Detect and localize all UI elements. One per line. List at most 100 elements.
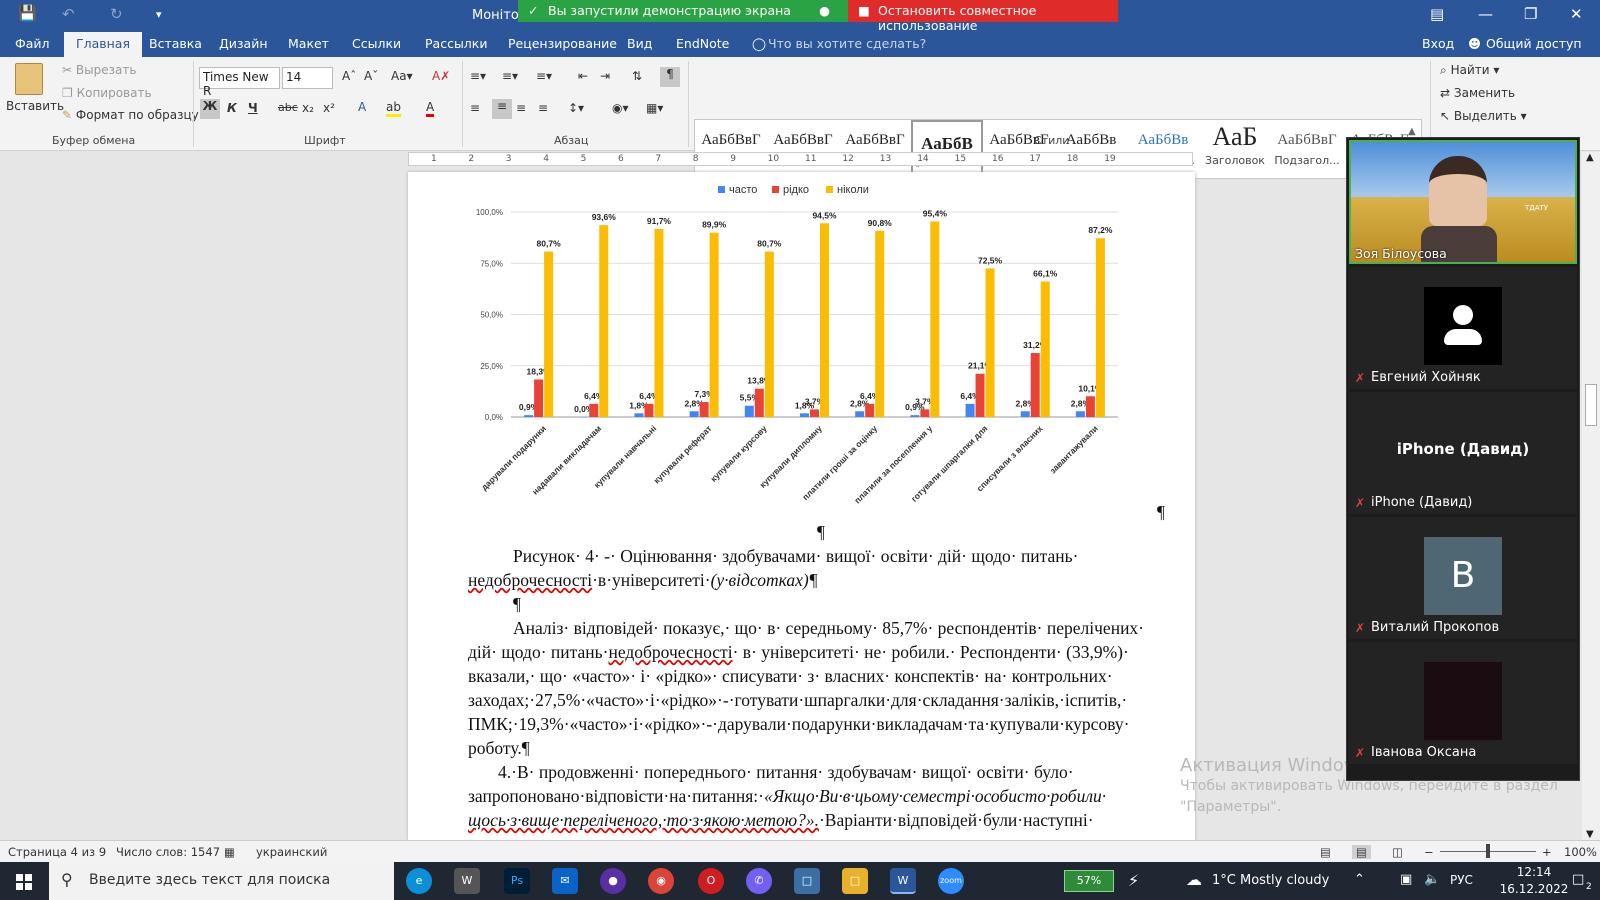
clock-time[interactable]: 12:14 xyxy=(1506,865,1562,879)
zoom-out-icon[interactable]: − xyxy=(1424,845,1434,859)
participant-tile[interactable]: ✗ Евгений Хойняк xyxy=(1349,267,1577,389)
tab-file[interactable]: Файл xyxy=(15,36,50,51)
bold-icon[interactable]: Ж xyxy=(200,99,220,119)
ribbon-display-icon[interactable]: ▤ xyxy=(1430,5,1444,23)
horizontal-ruler[interactable]: 1 2 3 4 5 6 7 8 9 10 11 12 13 14 15 16 17 18 19 xyxy=(408,152,1193,166)
line-spacing-icon[interactable]: ↕▾ xyxy=(568,101,584,115)
select-button[interactable]: ↖ Выделить ▾ xyxy=(1440,109,1527,123)
style-7[interactable]: АаБ Заголовок xyxy=(1199,120,1271,178)
scroll-thumb[interactable] xyxy=(1585,384,1597,426)
style-5[interactable]: АаБбВв¶ Основн... xyxy=(1055,120,1127,178)
highlight-icon[interactable]: ab xyxy=(386,100,401,117)
mail-icon[interactable]: ✉ xyxy=(552,868,578,894)
justify-icon[interactable]: ≡ xyxy=(538,101,548,115)
align-center-icon[interactable]: ≡ xyxy=(492,99,512,119)
word-icon[interactable]: W xyxy=(890,868,916,894)
undo-icon[interactable]: ↶ xyxy=(62,5,75,23)
tab-mailings[interactable]: Рассылки xyxy=(425,36,487,51)
zoom-in-icon[interactable]: + xyxy=(1542,845,1552,859)
style-1[interactable]: АаБбВвГ¶ Абзац с... xyxy=(767,120,839,178)
save-icon[interactable]: 💾 xyxy=(18,4,37,22)
input-language[interactable]: РУС xyxy=(1450,873,1473,887)
tab-references[interactable]: Ссылки xyxy=(352,36,401,51)
page-counter[interactable]: Страница 4 из 9 xyxy=(8,845,106,859)
bullets-icon[interactable]: ≡▾ xyxy=(470,69,486,83)
underline-icon[interactable]: Ч xyxy=(248,101,258,115)
replace-button[interactable]: ⇄ Заменить xyxy=(1440,86,1515,100)
zoom-app-icon[interactable]: zoom xyxy=(938,868,964,894)
tab-layout[interactable]: Макет xyxy=(288,36,329,51)
read-mode-icon[interactable]: ▤ xyxy=(1320,845,1331,859)
print-layout-icon[interactable]: ▤ xyxy=(1352,845,1371,859)
edge-icon[interactable]: e xyxy=(406,868,432,894)
style-8[interactable]: АаБбВвГ Подзагол... xyxy=(1271,120,1343,178)
close-icon[interactable]: ✕ xyxy=(1570,5,1583,23)
style-0[interactable]: АаБбВвГ¶ Table Pa... xyxy=(695,120,767,178)
zoom-level[interactable]: 100% xyxy=(1564,845,1597,859)
participant-tile[interactable]: В ✗ Виталий Прокопов xyxy=(1349,517,1577,639)
style-6[interactable]: АаБбВвЗаголово... xyxy=(1127,120,1199,178)
proofing-icon[interactable]: ▦ xyxy=(224,845,235,859)
game-icon[interactable]: W xyxy=(454,868,480,894)
italic-icon[interactable]: К xyxy=(227,101,237,115)
font-name-select[interactable]: Times New R xyxy=(199,67,280,98)
multilevel-icon[interactable]: ≡▾ xyxy=(536,69,552,83)
app-icon[interactable]: □ xyxy=(794,868,820,894)
start-icon[interactable] xyxy=(16,874,32,890)
participant-tile[interactable]: iPhone (Давид) ✗ iPhone (Давид) xyxy=(1349,392,1577,514)
format-painter-button[interactable]: ✎ Формат по образцу xyxy=(62,108,199,122)
sort-icon[interactable]: ⇅ xyxy=(632,69,642,83)
tab-home[interactable]: Главная xyxy=(64,32,142,57)
change-case-icon[interactable]: Aa▾ xyxy=(391,69,413,83)
borders-icon[interactable]: ▦▾ xyxy=(646,101,663,115)
tray-chevron-icon[interactable]: ⌃ xyxy=(1354,872,1365,887)
document-page[interactable]: 100,0% 75,0% 50,0% 25,0% 0,0% часто рідко нікол… xyxy=(408,172,1195,840)
vertical-scrollbar[interactable]: ▲ ▼ xyxy=(1582,152,1600,840)
participant-tile[interactable]: ✗ Іванова Оксана xyxy=(1349,642,1577,764)
tell-me-input[interactable]: Что вы хотите сделать? xyxy=(768,36,926,51)
stop-share-button[interactable]: ■ Остановить совместное использование xyxy=(848,0,1118,33)
redo-icon[interactable]: ↻ xyxy=(110,5,123,23)
subscript-icon[interactable]: x₂ xyxy=(302,101,314,115)
weather-icon[interactable]: ☁ xyxy=(1186,870,1202,889)
tab-design[interactable]: Дизайн xyxy=(219,36,268,51)
taskbar-search[interactable]: ⚲ Введите здесь текст для поиска xyxy=(49,862,394,900)
scroll-up-icon[interactable]: ▲ xyxy=(1586,152,1594,163)
viber-icon[interactable]: ✆ xyxy=(746,868,772,894)
copy-button[interactable]: ❐ Копировать xyxy=(62,86,152,100)
align-right-icon[interactable]: ≡ xyxy=(516,101,526,115)
web-layout-icon[interactable]: ◫ xyxy=(1392,845,1403,859)
font-size-select[interactable]: 14 xyxy=(282,67,333,89)
volume-icon[interactable]: 🔈 xyxy=(1424,872,1440,887)
text-effects-icon[interactable]: A xyxy=(358,100,366,114)
language-indicator[interactable]: украинский xyxy=(256,845,327,859)
font-shrink-icon[interactable]: Aˇ xyxy=(364,69,378,83)
word-count[interactable]: Число слов: 1547 xyxy=(116,845,220,859)
login-link[interactable]: Вход xyxy=(1422,36,1454,51)
paste-button[interactable]: Вставить xyxy=(6,63,64,113)
strikethrough-icon[interactable]: abc xyxy=(278,101,298,114)
opera-icon[interactable]: O xyxy=(698,868,724,894)
font-color-icon[interactable]: A xyxy=(426,100,435,117)
weather-text[interactable]: 1°C Mostly cloudy xyxy=(1212,873,1329,888)
font-grow-icon[interactable]: Aˆ xyxy=(342,69,356,83)
clock-date[interactable]: 16.12.2022 xyxy=(1498,882,1570,896)
increase-indent-icon[interactable]: ⇥ xyxy=(600,69,610,83)
clear-format-icon[interactable]: A✗ xyxy=(432,69,450,83)
numbering-icon[interactable]: ≡▾ xyxy=(502,69,518,83)
participant-tile-active[interactable]: ТДАТУ Зоя Білоусова xyxy=(1349,140,1577,264)
browser-icon[interactable]: ● xyxy=(600,868,626,894)
style-3[interactable]: АаБбВ¶ Заголов... xyxy=(911,120,983,178)
minimize-icon[interactable]: — xyxy=(1478,5,1493,23)
share-access-button[interactable]: Общий доступ xyxy=(1486,36,1582,51)
photoshop-icon[interactable]: Ps xyxy=(504,868,530,894)
tab-review[interactable]: Рецензирование xyxy=(508,36,617,51)
shading-icon[interactable]: ◉▾ xyxy=(612,101,629,115)
align-left-icon[interactable]: ≡ xyxy=(470,101,480,115)
notification-icon[interactable]: □ xyxy=(1572,872,1584,887)
pilcrow-icon[interactable]: ¶ xyxy=(660,67,680,87)
cut-button[interactable]: ✂ Вырезать xyxy=(62,63,136,77)
restore-icon[interactable]: ❐ xyxy=(1524,5,1537,23)
style-2[interactable]: АаБбВвГ¶ Без инте... xyxy=(839,120,911,178)
tab-endnote[interactable]: EndNote xyxy=(676,36,729,51)
